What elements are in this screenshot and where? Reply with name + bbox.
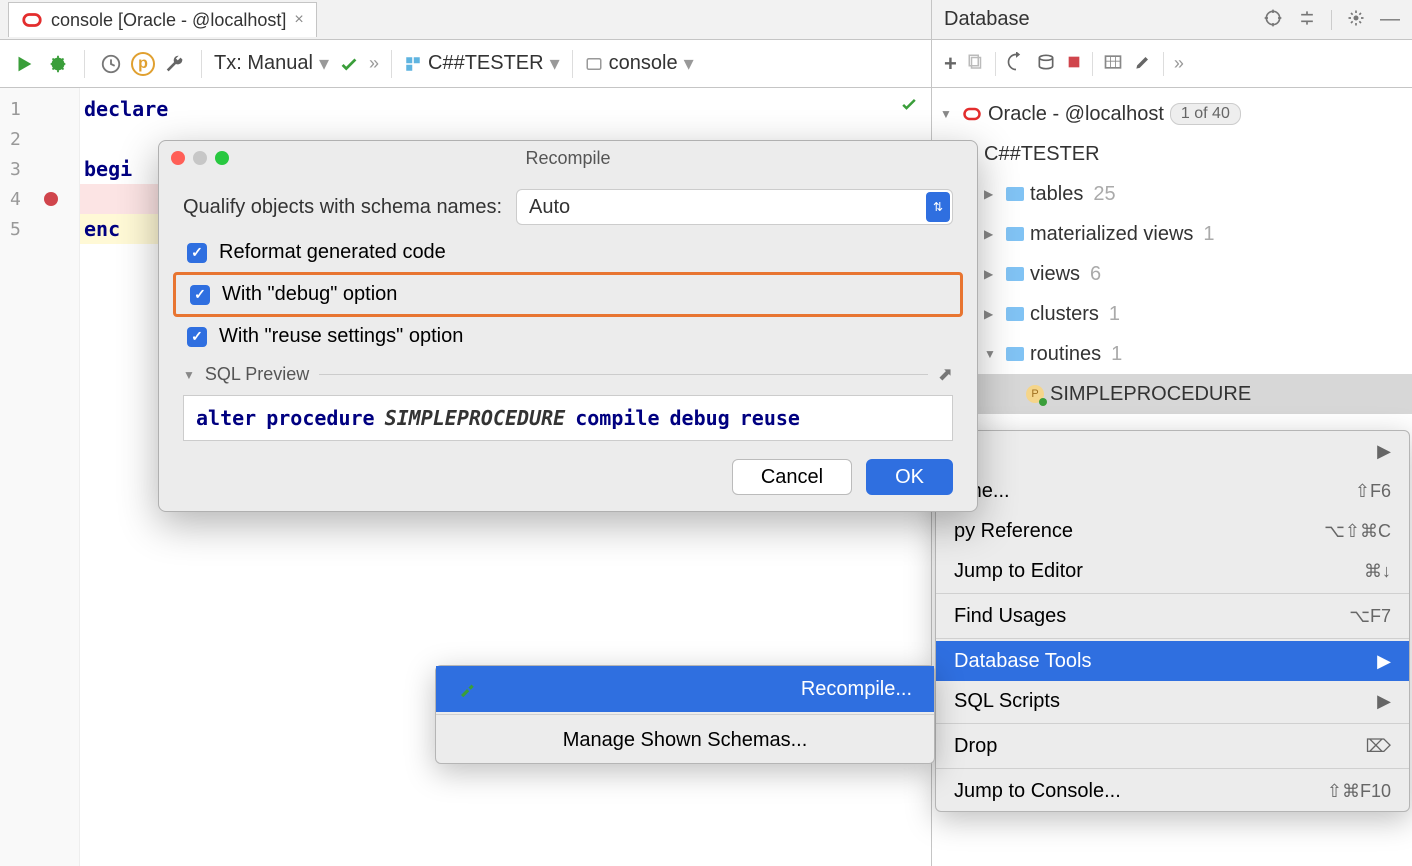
add-icon[interactable]: +	[944, 51, 957, 77]
tree-datasource[interactable]: ▼ Oracle - @localhost 1 of 40	[932, 94, 1412, 134]
ctx-item-jump-editor[interactable]: Jump to Editor⌘↓	[936, 551, 1409, 591]
reformat-checkbox-row[interactable]: ✓ Reformat generated code	[183, 241, 953, 264]
qualify-select[interactable]: Auto ⇅	[516, 189, 953, 225]
collapse-icon[interactable]	[1297, 8, 1317, 31]
ctx-item-drop[interactable]: Drop⌦	[936, 726, 1409, 766]
edit-icon[interactable]	[1133, 52, 1153, 75]
tree-folder-routines[interactable]: ▼routines1	[932, 334, 1412, 374]
breakpoint-marker[interactable]: 4	[0, 184, 79, 214]
database-panel-header: Database —	[932, 0, 1412, 40]
database-toolbar: + »	[932, 40, 1412, 88]
database-tools-submenu: Recompile... Manage Shown Schemas...	[435, 665, 935, 764]
gutter: 1 2 3 4 5	[0, 88, 80, 866]
checkbox-checked-icon: ✓	[190, 285, 210, 305]
count-badge: 1 of 40	[1170, 103, 1241, 125]
ctx-item-jump-console[interactable]: Jump to Console...⇧⌘F10	[936, 771, 1409, 811]
more-icon[interactable]: »	[369, 53, 379, 74]
folder-icon	[1006, 187, 1024, 201]
oracle-icon	[962, 104, 982, 124]
console-dropdown[interactable]: console ▾	[585, 51, 694, 76]
ok-button[interactable]: OK	[866, 459, 953, 495]
target-icon[interactable]	[1263, 8, 1283, 31]
tree-schema[interactable]: C##TESTER	[932, 134, 1412, 174]
folder-icon	[1006, 347, 1024, 361]
tree-folder-tables[interactable]: ▶tables25	[932, 174, 1412, 214]
gear-icon[interactable]	[1346, 8, 1366, 31]
sql-preview-label: SQL Preview	[205, 364, 309, 385]
sql-preview-box: alter procedure SIMPLEPROCEDURE compile …	[183, 395, 953, 441]
schema-dropdown[interactable]: C##TESTER ▾	[404, 51, 560, 76]
schema-icon	[404, 55, 422, 73]
copy-icon[interactable]	[967, 53, 985, 74]
window-close-icon[interactable]	[171, 151, 185, 165]
hammer-icon	[458, 680, 476, 698]
ctx-item-rename[interactable]: ame...⇧F6	[936, 471, 1409, 511]
debug-option-highlight: ✓ With "debug" option	[173, 272, 963, 317]
folder-icon	[1006, 307, 1024, 321]
folder-icon	[1006, 267, 1024, 281]
history-icon[interactable]	[97, 50, 125, 78]
more-icon[interactable]: »	[1174, 53, 1184, 74]
window-zoom-icon[interactable]	[215, 151, 229, 165]
editor-tab[interactable]: console [Oracle - @localhost] ×	[8, 2, 317, 37]
dialog-title: Recompile	[159, 148, 977, 169]
ctx-item-find-usages[interactable]: Find Usages⌥F7	[936, 596, 1409, 636]
tab-title: console [Oracle - @localhost]	[51, 10, 286, 31]
window-minimize-icon[interactable]	[193, 151, 207, 165]
editor-tab-bar: console [Oracle - @localhost] ×	[0, 0, 931, 40]
cancel-button[interactable]: Cancel	[732, 459, 852, 495]
panel-title: Database	[944, 8, 1030, 31]
checkbox-checked-icon: ✓	[187, 327, 207, 347]
ctx-item-new[interactable]: w▶	[936, 431, 1409, 471]
debug-checkbox-row[interactable]: ✓ With "debug" option	[186, 283, 950, 306]
tree-routine-selected[interactable]: P SIMPLEPROCEDURE	[932, 374, 1412, 414]
console-icon	[585, 55, 603, 73]
stop-icon[interactable]	[1066, 54, 1082, 73]
checkbox-checked-icon: ✓	[187, 243, 207, 263]
hide-icon[interactable]: —	[1380, 8, 1400, 31]
ctx-item-sql-scripts[interactable]: SQL Scripts▶	[936, 681, 1409, 721]
ctx-item-copy-ref[interactable]: py Reference⌥⇧⌘C	[936, 511, 1409, 551]
oracle-icon	[21, 9, 43, 31]
refresh-icon[interactable]	[1006, 52, 1026, 75]
ctx-item-database-tools[interactable]: Database Tools▶	[936, 641, 1409, 681]
tree-folder-views[interactable]: ▶views6	[932, 254, 1412, 294]
reuse-checkbox-row[interactable]: ✓ With "reuse settings" option	[183, 325, 953, 348]
recompile-dialog: Recompile Qualify objects with schema na…	[158, 140, 978, 512]
qualify-label: Qualify objects with schema names:	[183, 196, 502, 219]
commit-icon[interactable]	[335, 50, 363, 78]
submenu-recompile[interactable]: Recompile...	[436, 666, 934, 712]
run-icon[interactable]	[10, 50, 38, 78]
submenu-manage-schemas[interactable]: Manage Shown Schemas...	[436, 717, 934, 763]
procedure-icon: P	[1026, 385, 1044, 403]
tree-folder-clusters[interactable]: ▶clusters1	[932, 294, 1412, 334]
wrench-icon[interactable]	[161, 50, 189, 78]
inspection-ok-icon[interactable]	[899, 94, 919, 117]
context-menu: w▶ ame...⇧F6 py Reference⌥⇧⌘C Jump to Ed…	[935, 430, 1410, 812]
sync-icon[interactable]	[1036, 52, 1056, 75]
editor-toolbar: p Tx: Manual ▾ » C##TESTER ▾ console ▾	[0, 40, 931, 88]
tree-folder-matviews[interactable]: ▶materialized views1	[932, 214, 1412, 254]
debug-icon[interactable]	[44, 50, 72, 78]
close-icon[interactable]: ×	[294, 11, 303, 29]
chevron-updown-icon: ⇅	[926, 192, 950, 222]
tx-mode-dropdown[interactable]: Tx: Manual ▾	[214, 51, 329, 76]
p-icon[interactable]: p	[131, 52, 155, 76]
external-link-icon[interactable]: ⬈	[938, 364, 953, 385]
folder-icon	[1006, 227, 1024, 241]
table-icon[interactable]	[1103, 52, 1123, 75]
